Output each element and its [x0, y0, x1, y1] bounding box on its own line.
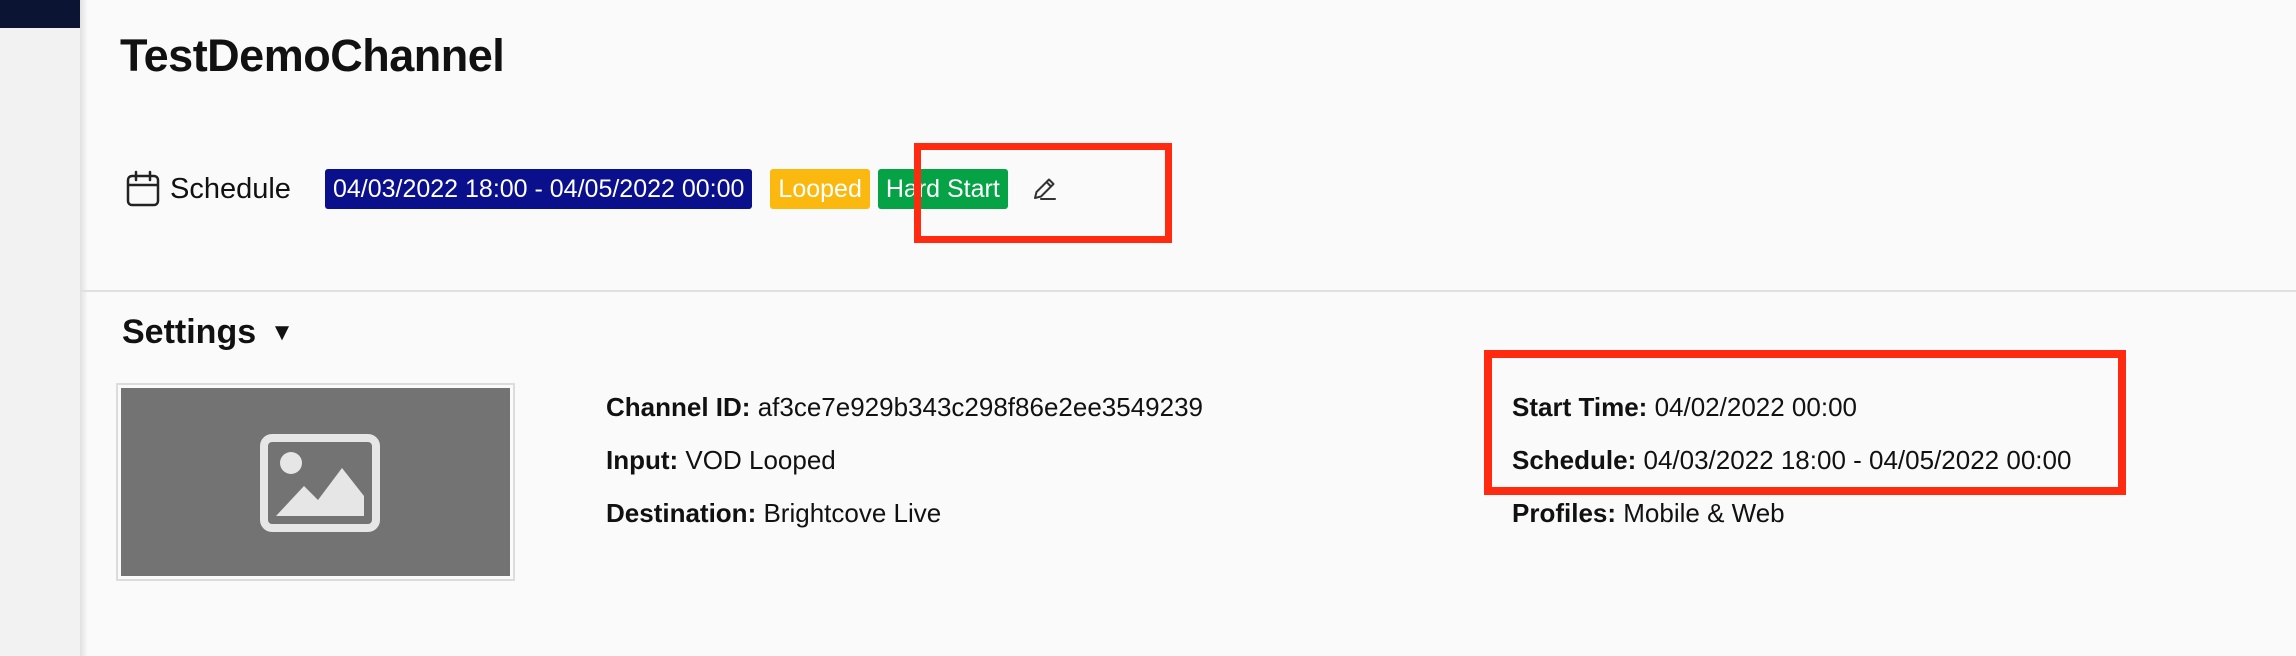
channel-id-row: Channel ID: af3ce7e929b343c298f86e2ee354… — [606, 392, 1203, 423]
caret-down-icon: ▼ — [270, 318, 294, 346]
section-divider — [80, 290, 2296, 292]
sidebar — [0, 0, 80, 656]
input-label: Input: — [606, 445, 679, 475]
channel-thumbnail — [116, 383, 515, 581]
schedule-label: Schedule — [170, 172, 291, 205]
profiles-label: Profiles: — [1512, 498, 1617, 528]
annotation-highlight-schedule — [1484, 350, 2126, 495]
settings-toggle[interactable]: Settings ▼ — [122, 313, 294, 352]
settings-heading: Settings — [122, 313, 257, 351]
channel-id-value: af3ce7e929b343c298f86e2ee3549239 — [757, 392, 1204, 422]
thumbnail-placeholder — [121, 388, 510, 576]
destination-label: Destination: — [606, 498, 757, 528]
profiles-row: Profiles: Mobile & Web — [1512, 498, 1785, 529]
looped-badge: Looped — [770, 169, 870, 209]
sidebar-shadow — [80, 0, 88, 656]
image-placeholder-icon — [260, 434, 380, 532]
destination-value: Brightcove Live — [763, 498, 942, 528]
schedule-range-badge: 04/03/2022 18:00 - 04/05/2022 00:00 — [324, 169, 753, 209]
profiles-value: Mobile & Web — [1623, 498, 1785, 528]
page-title: TestDemoChannel — [120, 30, 505, 81]
input-value: VOD Looped — [685, 445, 836, 475]
input-row: Input: VOD Looped — [606, 445, 836, 476]
channel-id-label: Channel ID: — [606, 392, 751, 422]
annotation-highlight-hard-start — [914, 143, 1172, 243]
destination-row: Destination: Brightcove Live — [606, 498, 941, 529]
calendar-icon — [126, 170, 160, 207]
sidebar-header — [0, 0, 80, 28]
